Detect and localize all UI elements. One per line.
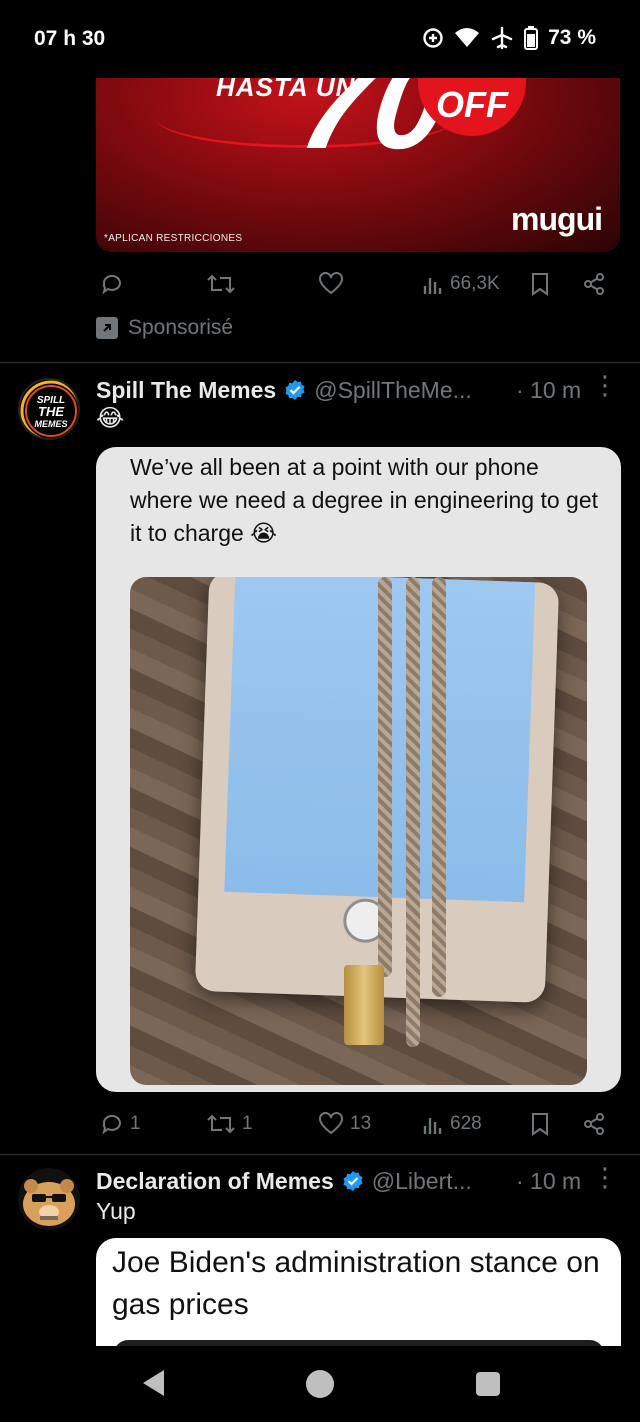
- phone-body: [194, 577, 560, 1003]
- author-name[interactable]: Declaration of Memes: [96, 1168, 334, 1195]
- meme-card[interactable]: We’ve all been at a point with our phone…: [96, 447, 621, 1092]
- tweet-emoji: 😂: [96, 405, 125, 432]
- reply-icon: [102, 1114, 121, 1135]
- meme-caption: Joe Biden's administration stance on gas…: [112, 1246, 600, 1321]
- meme-caption: We’ve all been at a point with our phone…: [130, 454, 599, 546]
- bear-mascot-avatar-icon: [18, 1168, 80, 1230]
- bookmark-button[interactable]: [530, 1112, 550, 1136]
- tweet-time: · 10 m: [516, 1167, 582, 1194]
- verified-badge-icon: [342, 1170, 364, 1192]
- spill-the-memes-logo: SPILL THE MEMES: [20, 380, 78, 438]
- promoted-icon: [96, 317, 118, 339]
- views-button[interactable]: 628: [422, 1113, 482, 1135]
- ad-off-label: OFF: [436, 84, 508, 125]
- sponsored-label[interactable]: Sponsorisé: [96, 316, 233, 340]
- views-chart-icon: [423, 1118, 442, 1134]
- home-icon[interactable]: [306, 1370, 334, 1398]
- cable-graphic: [432, 577, 446, 997]
- share-icon: [584, 1113, 604, 1135]
- retweet-button[interactable]: 1: [206, 1112, 253, 1136]
- tweet-action-bar: 1 1 13 628: [96, 1106, 620, 1142]
- heart-icon: [319, 272, 343, 295]
- like-button[interactable]: [318, 272, 344, 296]
- bookmark-icon: [532, 273, 548, 296]
- divider: [0, 362, 640, 363]
- reply-icon: [102, 274, 121, 295]
- meme-card[interactable]: Joe Biden's administration stance on gas…: [96, 1238, 621, 1370]
- wifi-icon: [455, 28, 480, 47]
- tweet-header: Declaration of Memes @Libert... · 10 m: [96, 1166, 620, 1196]
- status-time: 07 h 30: [34, 27, 106, 50]
- recent-apps-icon[interactable]: [476, 1372, 500, 1396]
- ad-brand-logo: mugui: [511, 201, 603, 237]
- avatar[interactable]: [18, 1168, 80, 1230]
- ad-image[interactable]: HASTA UN 70 OFF *APLICAN RESTRICCIONES m…: [96, 78, 620, 252]
- data-saver-icon: [423, 28, 443, 48]
- tweet-header: Spill The Memes @SpillTheMe... · 10 m: [96, 375, 620, 405]
- airplane-icon: [491, 26, 513, 50]
- more-options-button[interactable]: ⋮: [592, 1164, 618, 1190]
- ad-disclaimer: *APLICAN RESTRICCIONES: [104, 233, 243, 244]
- divider: [0, 1154, 640, 1155]
- tweet-time: · 10 m: [516, 376, 582, 403]
- retweet-button[interactable]: [206, 272, 236, 296]
- bookmark-icon: [532, 1113, 548, 1136]
- share-button[interactable]: [582, 272, 606, 296]
- share-button[interactable]: [582, 1112, 606, 1136]
- svg-text:THE: THE: [38, 404, 64, 419]
- avatar[interactable]: SPILL THE MEMES: [18, 378, 80, 440]
- author-handle[interactable]: @Libert...: [372, 1168, 472, 1195]
- phone-charging-photo[interactable]: [130, 577, 587, 1085]
- views-button[interactable]: 66,3K: [422, 273, 500, 295]
- share-icon: [584, 273, 604, 295]
- ad-action-bar: 66,3K: [96, 266, 620, 302]
- cable-graphic: [378, 577, 392, 977]
- verified-badge-icon: [284, 379, 306, 401]
- reply-button[interactable]: [100, 272, 124, 296]
- cable-graphic: [406, 577, 420, 1047]
- retweet-icon: [207, 1114, 235, 1134]
- battery-icon: [524, 26, 539, 50]
- system-nav-bar: [0, 1346, 640, 1422]
- tweet-text: Yup: [96, 1198, 136, 1224]
- views-count: 628: [450, 1113, 482, 1134]
- like-count: 13: [350, 1113, 372, 1134]
- author-name[interactable]: Spill The Memes: [96, 377, 276, 404]
- battery-percent: 73 %: [548, 26, 596, 49]
- views-chart-icon: [423, 278, 442, 294]
- like-button[interactable]: 13: [318, 1112, 371, 1136]
- status-icons: 73 %: [422, 26, 596, 50]
- reply-count: 1: [130, 1113, 141, 1134]
- reply-button[interactable]: 1: [100, 1112, 141, 1136]
- svg-text:MEMES: MEMES: [34, 419, 67, 429]
- bookmark-button[interactable]: [530, 272, 550, 296]
- status-bar: 07 h 30 73 %: [0, 0, 640, 78]
- retweet-icon: [207, 274, 235, 294]
- more-options-button[interactable]: ⋮: [592, 372, 618, 398]
- author-handle[interactable]: @SpillTheMe...: [314, 377, 472, 404]
- retweet-count: 1: [242, 1113, 253, 1134]
- sponsored-text: Sponsorisé: [128, 316, 234, 339]
- lightning-plug-graphic: [344, 965, 384, 1045]
- back-icon[interactable]: [140, 1368, 166, 1398]
- heart-icon: [319, 1112, 343, 1135]
- views-count: 66,3K: [450, 273, 500, 294]
